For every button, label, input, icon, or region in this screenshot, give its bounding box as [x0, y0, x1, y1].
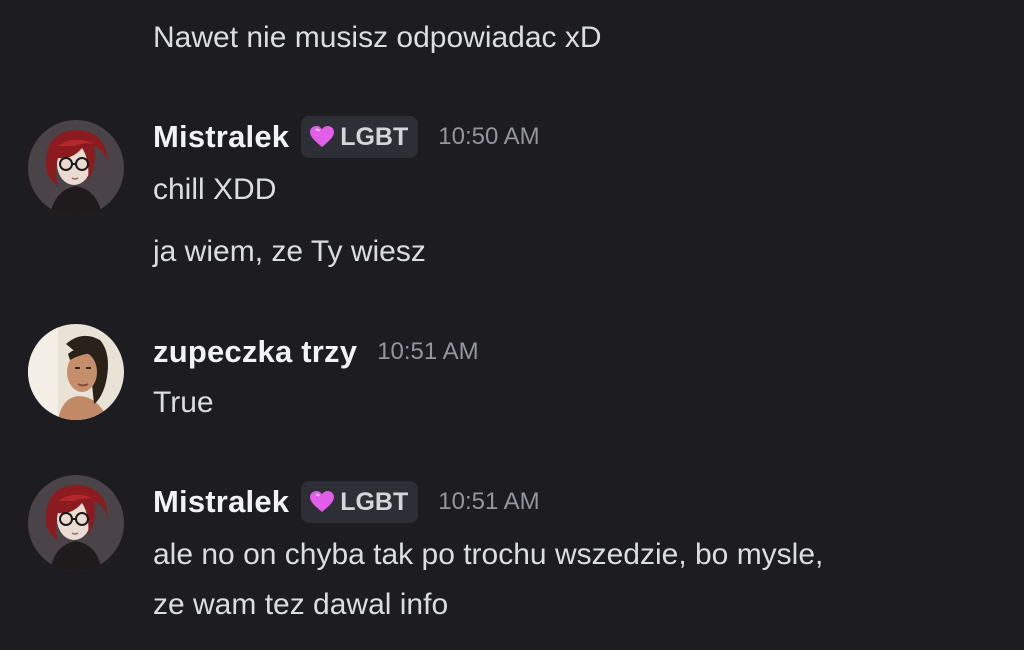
- timestamp: 10:51 AM: [377, 338, 479, 365]
- message-text: ze wam tez dawal info: [153, 588, 449, 621]
- user-avatar[interactable]: [28, 120, 124, 216]
- message-list[interactable]: Nawet nie musisz odpowiadac xD Mistralek…: [0, 0, 1024, 650]
- role-tag-label: LGBT: [340, 122, 409, 151]
- user-avatar[interactable]: [28, 475, 124, 571]
- username[interactable]: Mistralek: [153, 119, 289, 155]
- timestamp: 10:51 AM: [438, 488, 540, 515]
- message-text: Nawet nie musisz odpowiadac xD: [153, 21, 602, 54]
- message-text: ja wiem, ze Ty wiesz: [153, 235, 426, 268]
- message-text: True: [153, 386, 214, 419]
- role-tag[interactable]: LGBT: [301, 481, 419, 523]
- message-header: Mistralek LGBT 10:50 AM: [153, 115, 540, 159]
- message-text: chill XDD: [153, 173, 277, 206]
- username[interactable]: Mistralek: [153, 484, 289, 520]
- username[interactable]: zupeczka trzy: [153, 334, 357, 370]
- timestamp: 10:50 AM: [438, 123, 540, 150]
- message-text: ale no on chyba tak po trochu wszedzie, …: [153, 538, 824, 571]
- user-avatar[interactable]: [28, 324, 124, 420]
- message-header: zupeczka trzy 10:51 AM: [153, 330, 479, 374]
- role-tag[interactable]: LGBT: [301, 116, 419, 158]
- message-header: Mistralek LGBT 10:51 AM: [153, 480, 540, 524]
- pink-heart-icon: [310, 491, 335, 512]
- role-tag-label: LGBT: [340, 487, 409, 516]
- pink-heart-icon: [310, 126, 335, 147]
